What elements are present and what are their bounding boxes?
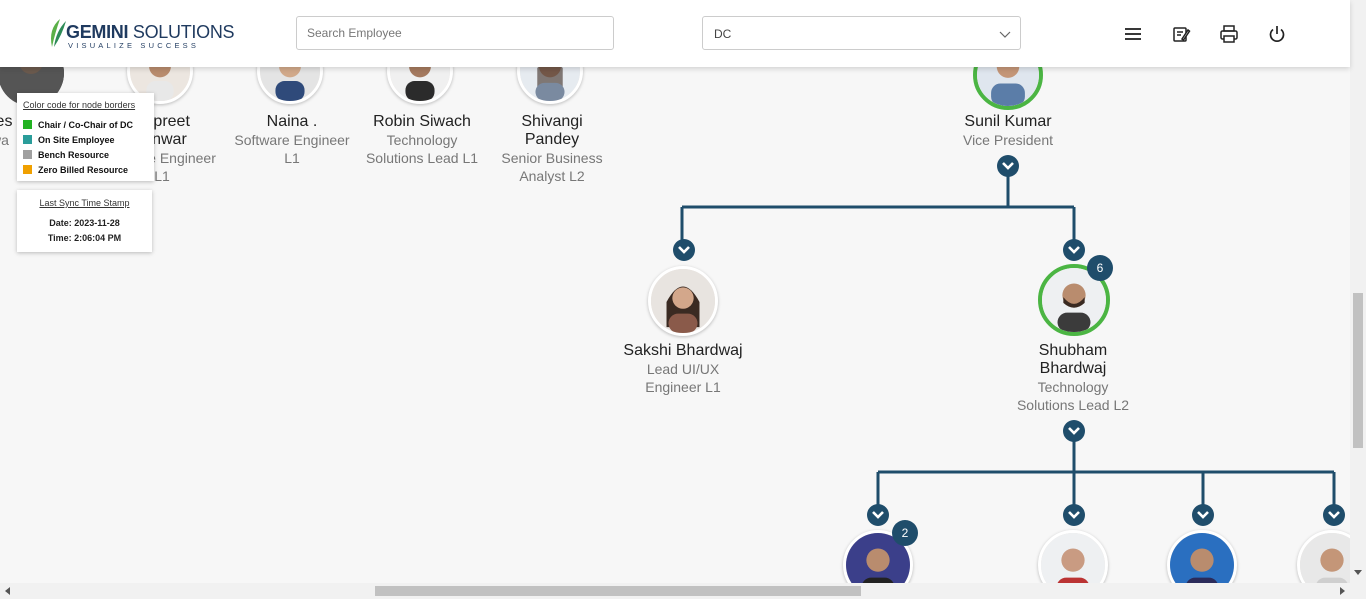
expand-toggle-icon[interactable] bbox=[1063, 504, 1085, 526]
logo-tagline: VISUALIZE SUCCESS bbox=[68, 41, 200, 50]
border-color-legend: Color code for node borders Chair / Co-C… bbox=[17, 93, 154, 181]
legend-title: Color code for node borders bbox=[23, 100, 136, 110]
expand-toggle-icon[interactable] bbox=[997, 155, 1019, 177]
legend-label: On Site Employee bbox=[38, 135, 115, 145]
avatar[interactable] bbox=[648, 266, 718, 336]
scroll-left-arrow-icon[interactable] bbox=[4, 587, 12, 595]
reports-count-badge: 6 bbox=[1087, 255, 1113, 281]
employee-name: Shivangi bbox=[521, 113, 583, 130]
expand-toggle-icon[interactable] bbox=[1192, 504, 1214, 526]
employee-title: Senior Business bbox=[501, 150, 603, 166]
employee-title: Lead UI/UX bbox=[646, 361, 720, 377]
legend-label: Bench Resource bbox=[38, 150, 110, 160]
expand-toggle-icon[interactable] bbox=[673, 239, 695, 261]
legend-label: Chair / Co-Chair of DC bbox=[38, 120, 134, 130]
top-header: GEMINI SOLUTIONS VISUALIZE SUCCESS DC bbox=[0, 0, 1350, 67]
legend-swatch bbox=[23, 135, 32, 144]
legend-item: Bench Resource bbox=[23, 150, 109, 160]
scroll-right-arrow-icon[interactable] bbox=[1338, 587, 1346, 595]
legend-item: Chair / Co-Chair of DC bbox=[23, 120, 133, 130]
employee-title: Software Engineer bbox=[234, 132, 350, 148]
employee-name: Sunil Kumar bbox=[964, 113, 1052, 130]
employee-title: Technology bbox=[1037, 379, 1109, 395]
employee-title: Vice President bbox=[962, 132, 1053, 148]
company-logo[interactable]: GEMINI SOLUTIONS VISUALIZE SUCCESS bbox=[46, 15, 235, 51]
scroll-down-arrow-icon[interactable] bbox=[1354, 568, 1362, 576]
expand-toggle-icon[interactable] bbox=[1063, 239, 1085, 261]
employee-title: Engineer L1 bbox=[645, 379, 721, 395]
legend-swatch bbox=[23, 165, 32, 174]
legend-item: Zero Billed Resource bbox=[23, 165, 128, 175]
vertical-scrollbar[interactable] bbox=[1350, 0, 1366, 583]
employee-title: Solutions Lead L1 bbox=[365, 150, 479, 166]
expand-toggle-icon[interactable] bbox=[1063, 420, 1085, 442]
sync-title: Last Sync Time Stamp bbox=[39, 198, 130, 208]
employee-title: Analyst L2 bbox=[519, 168, 585, 184]
last-sync-panel: Last Sync Time Stamp Date: 2023-11-28 Ti… bbox=[17, 190, 152, 252]
leaf-logo-icon bbox=[51, 19, 66, 47]
employee-name: Shubham bbox=[1038, 342, 1108, 359]
logo-brand: GEMINI SOLUTIONS bbox=[66, 22, 235, 42]
expand-toggle-icon[interactable] bbox=[867, 504, 889, 526]
horizontal-scrollbar[interactable] bbox=[0, 583, 1366, 599]
menu-icon[interactable] bbox=[1123, 24, 1143, 44]
department-select-value: DC bbox=[714, 27, 732, 41]
employee-name: Pandey bbox=[524, 131, 580, 148]
sync-date: Date: 2023-11-28 bbox=[49, 218, 120, 228]
power-icon[interactable] bbox=[1267, 24, 1287, 44]
chevron-down-icon bbox=[999, 31, 1011, 38]
horizontal-scroll-thumb[interactable] bbox=[375, 586, 861, 596]
org-chart-canvas[interactable]: ves wa mpreet anwar e Engineer L1 Naina … bbox=[0, 0, 1350, 583]
employee-name: Naina . bbox=[266, 113, 318, 130]
vertical-scroll-thumb[interactable] bbox=[1353, 293, 1363, 448]
print-icon[interactable] bbox=[1219, 24, 1239, 44]
legend-swatch bbox=[23, 150, 32, 159]
employee-name: Robin Siwach bbox=[373, 113, 471, 130]
reports-count-badge: 2 bbox=[892, 520, 918, 546]
employee-name: Bhardwaj bbox=[1039, 360, 1107, 377]
employee-title: L1 bbox=[284, 150, 300, 166]
expand-toggle-icon[interactable] bbox=[1323, 504, 1345, 526]
department-select[interactable]: DC bbox=[702, 16, 1021, 50]
legend-swatch bbox=[23, 120, 32, 129]
legend-label: Zero Billed Resource bbox=[38, 165, 129, 175]
legend-item: On Site Employee bbox=[23, 135, 115, 145]
search-employee-input[interactable] bbox=[296, 16, 614, 50]
employee-title: Technology bbox=[386, 132, 458, 148]
employee-name: Sakshi Bhardwaj bbox=[623, 342, 743, 359]
employee-title: Solutions Lead L2 bbox=[1016, 397, 1130, 413]
edit-note-icon[interactable] bbox=[1171, 24, 1191, 44]
sync-time: Time: 2:06:04 PM bbox=[47, 233, 122, 243]
